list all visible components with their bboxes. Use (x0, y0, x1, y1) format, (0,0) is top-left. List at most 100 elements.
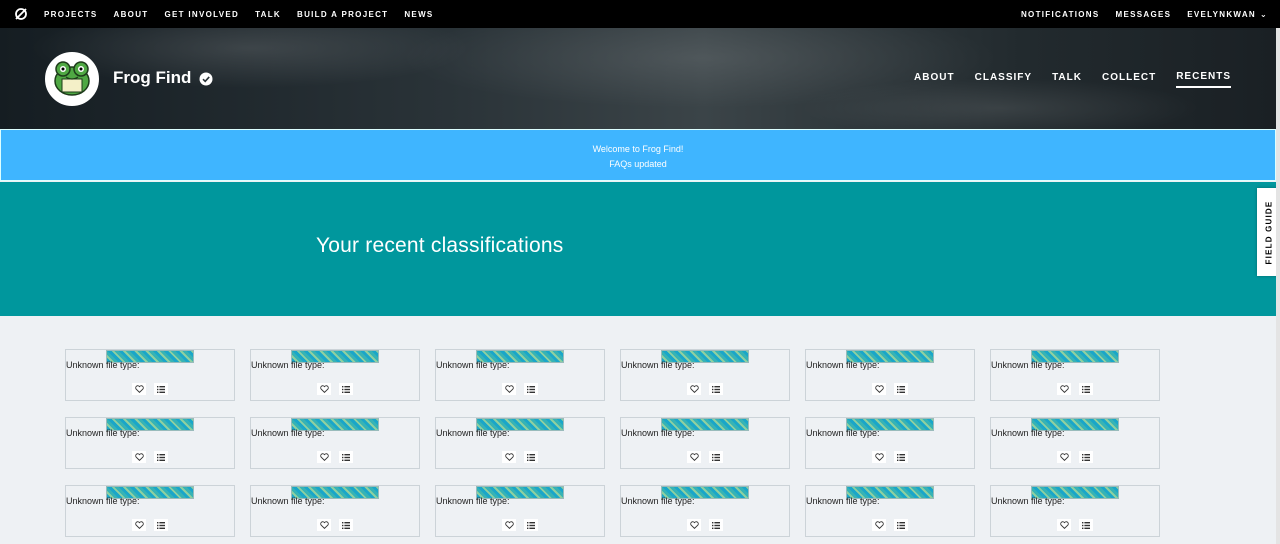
user-menu[interactable]: EVELYNKWAN ⌄ (1187, 10, 1268, 19)
classification-card[interactable]: Unknown file type: (990, 349, 1160, 401)
heart-icon[interactable] (687, 383, 701, 395)
classification-card[interactable]: Unknown file type: (805, 485, 975, 537)
unknown-file-type-label: Unknown file type: (251, 496, 325, 506)
heart-icon[interactable] (502, 519, 516, 531)
classification-card[interactable]: Unknown file type: (805, 349, 975, 401)
nav-projects[interactable]: PROJECTS (44, 10, 98, 19)
card-actions (806, 383, 974, 395)
classification-card[interactable]: Unknown file type: (435, 417, 605, 469)
list-icon[interactable] (894, 451, 908, 463)
list-icon[interactable] (154, 451, 168, 463)
heart-icon[interactable] (132, 383, 146, 395)
page-title: Your recent classifications (316, 234, 564, 257)
heart-icon[interactable] (1057, 383, 1071, 395)
field-guide-label: FIELD GUIDE (1264, 200, 1273, 264)
heart-icon[interactable] (502, 383, 516, 395)
unknown-file-type-label: Unknown file type: (621, 360, 695, 370)
username: EVELYNKWAN (1187, 9, 1256, 19)
card-actions (66, 451, 234, 463)
heart-icon[interactable] (872, 383, 886, 395)
list-icon[interactable] (339, 451, 353, 463)
heart-icon[interactable] (317, 383, 331, 395)
classification-card[interactable]: Unknown file type: (65, 485, 235, 537)
list-icon[interactable] (1079, 451, 1093, 463)
list-icon[interactable] (709, 383, 723, 395)
unknown-file-type-label: Unknown file type: (66, 496, 140, 506)
unknown-file-type-label: Unknown file type: (991, 428, 1065, 438)
card-actions (436, 519, 604, 531)
heart-icon[interactable] (132, 451, 146, 463)
unknown-file-type-label: Unknown file type: (991, 360, 1065, 370)
unknown-file-type-label: Unknown file type: (251, 360, 325, 370)
classification-card[interactable]: Unknown file type: (65, 417, 235, 469)
heart-icon[interactable] (1057, 451, 1071, 463)
nav-about[interactable]: ABOUT (114, 10, 149, 19)
classification-card[interactable]: Unknown file type: (250, 349, 420, 401)
project-name: Frog Find (113, 68, 192, 87)
heart-icon[interactable] (317, 519, 331, 531)
nav-news[interactable]: NEWS (404, 10, 433, 19)
card-actions (806, 451, 974, 463)
heart-icon[interactable] (1057, 519, 1071, 531)
list-icon[interactable] (154, 519, 168, 531)
list-icon[interactable] (894, 519, 908, 531)
classification-card[interactable]: Unknown file type: (620, 349, 790, 401)
heart-icon[interactable] (132, 519, 146, 531)
card-actions (251, 451, 419, 463)
zooniverse-logo-icon[interactable] (14, 7, 28, 21)
list-icon[interactable] (339, 519, 353, 531)
list-icon[interactable] (709, 519, 723, 531)
classification-card[interactable]: Unknown file type: (990, 485, 1160, 537)
classification-card[interactable]: Unknown file type: (250, 485, 420, 537)
heart-icon[interactable] (687, 519, 701, 531)
list-icon[interactable] (154, 383, 168, 395)
classification-card[interactable]: Unknown file type: (435, 485, 605, 537)
list-icon[interactable] (1079, 519, 1093, 531)
heart-icon[interactable] (687, 451, 701, 463)
tab-collect[interactable]: COLLECT (1102, 72, 1156, 87)
card-actions (251, 519, 419, 531)
classification-card[interactable]: Unknown file type: (620, 417, 790, 469)
nav-build-a-project[interactable]: BUILD A PROJECT (297, 10, 388, 19)
unknown-file-type-label: Unknown file type: (621, 496, 695, 506)
recents-hero: Your recent classifications (0, 182, 1276, 316)
nav-get-involved[interactable]: GET INVOLVED (164, 10, 239, 19)
nav-talk[interactable]: TALK (255, 10, 281, 19)
page-scrollbar[interactable] (1276, 28, 1280, 544)
card-actions (621, 383, 789, 395)
project-avatar[interactable] (45, 52, 99, 106)
classification-card[interactable]: Unknown file type: (990, 417, 1160, 469)
classification-card[interactable]: Unknown file type: (805, 417, 975, 469)
messages-link[interactable]: MESSAGES (1116, 10, 1172, 19)
list-icon[interactable] (524, 519, 538, 531)
notifications-link[interactable]: NOTIFICATIONS (1021, 10, 1100, 19)
list-icon[interactable] (709, 451, 723, 463)
project-title[interactable]: Frog Find (113, 68, 213, 88)
unknown-file-type-label: Unknown file type: (436, 496, 510, 506)
list-icon[interactable] (339, 383, 353, 395)
tab-talk[interactable]: TALK (1052, 72, 1082, 87)
tab-recents[interactable]: RECENTS (1176, 71, 1231, 88)
unknown-file-type-label: Unknown file type: (251, 428, 325, 438)
card-actions (621, 451, 789, 463)
announcement-line-1: Welcome to Frog Find! (592, 144, 684, 154)
list-icon[interactable] (894, 383, 908, 395)
tab-classify[interactable]: CLASSIFY (975, 72, 1032, 87)
card-actions (991, 451, 1159, 463)
classification-card[interactable]: Unknown file type: (65, 349, 235, 401)
list-icon[interactable] (1079, 383, 1093, 395)
card-actions (806, 519, 974, 531)
unknown-file-type-label: Unknown file type: (806, 428, 880, 438)
tab-about[interactable]: ABOUT (914, 72, 955, 87)
heart-icon[interactable] (872, 451, 886, 463)
user-nav: NOTIFICATIONS MESSAGES EVELYNKWAN ⌄ (1005, 10, 1268, 19)
heart-icon[interactable] (317, 451, 331, 463)
classification-card[interactable]: Unknown file type: (435, 349, 605, 401)
classification-card[interactable]: Unknown file type: (620, 485, 790, 537)
list-icon[interactable] (524, 383, 538, 395)
heart-icon[interactable] (502, 451, 516, 463)
classification-card[interactable]: Unknown file type: (250, 417, 420, 469)
list-icon[interactable] (524, 451, 538, 463)
card-actions (621, 519, 789, 531)
heart-icon[interactable] (872, 519, 886, 531)
